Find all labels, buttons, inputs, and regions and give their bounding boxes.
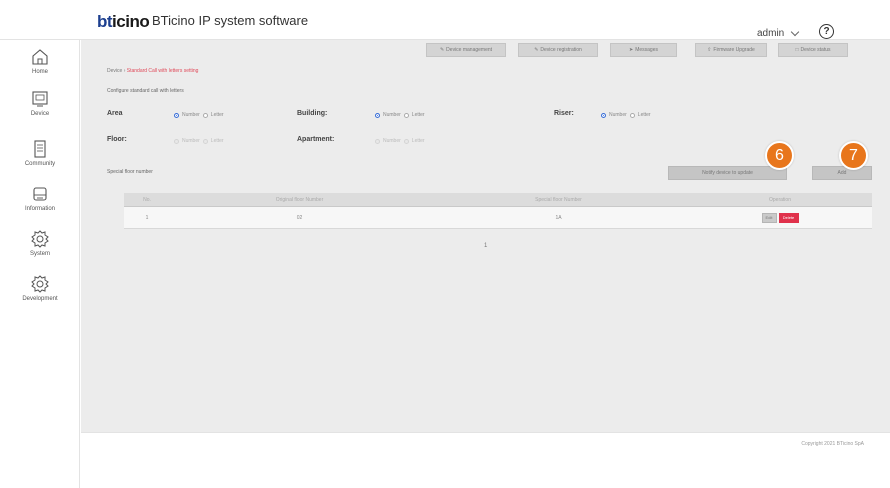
special-floor-title: Special floor number [107, 169, 153, 175]
top-nav: ✎ Device management ✎ Device registration … [81, 40, 890, 62]
apartment-radio-group: Number Letter [375, 138, 425, 144]
pencil-icon: ✎ [534, 47, 539, 53]
sidebar-item-information[interactable]: Information [0, 183, 80, 225]
area-number-radio[interactable] [174, 112, 179, 118]
sidebar-item-community[interactable]: Community [0, 138, 80, 180]
floor-radio-group: Number Letter [174, 138, 224, 144]
delete-button[interactable]: Delete [778, 212, 799, 223]
community-icon [30, 138, 50, 160]
nav-firmware-upgrade[interactable]: ⇧ Firmware Upgrade [695, 43, 767, 57]
column-header-no: No. [143, 196, 151, 203]
riser-letter-radio[interactable] [629, 112, 635, 118]
user-menu[interactable]: admin [757, 27, 800, 39]
cell-original: 02 [296, 214, 303, 221]
sidebar-item-system[interactable]: System [0, 228, 80, 270]
send-icon: ➤ [629, 47, 634, 53]
sidebar-item-label: Development [22, 296, 58, 302]
floor-label: Floor: [107, 136, 127, 143]
building-label: Building: [297, 110, 328, 117]
copyright-text: Copyright 2021 BTicino SpA [801, 441, 864, 447]
sidebar: Home Device Community Information System [0, 40, 80, 488]
sidebar-item-label: Information [24, 206, 55, 212]
sidebar-item-label: System [29, 251, 50, 257]
section-label: Configure standard call with letters [107, 88, 184, 94]
sidebar-item-home[interactable]: Home [0, 46, 80, 88]
breadcrumb: Device › Standard Call with letters sett… [107, 68, 198, 74]
sidebar-item-development[interactable]: Development [0, 273, 80, 315]
cell-operation: Edit Delete [688, 207, 872, 228]
nav-device-management[interactable]: ✎ Device management [426, 43, 506, 57]
add-button[interactable]: Add [812, 166, 872, 180]
apartment-number-radio[interactable] [375, 138, 380, 144]
special-floor-table: No. Original floor Number Special floor … [124, 193, 872, 229]
device-icon [30, 88, 50, 110]
riser-number-radio[interactable] [601, 112, 606, 118]
gear-icon [30, 273, 50, 295]
table-row: 1 02 1A Edit Delete [124, 207, 872, 229]
pagination-page[interactable]: 1 [484, 243, 487, 249]
column-header-original: Original floor Number [275, 196, 324, 203]
home-icon [30, 46, 50, 68]
column-header-operation: Operation [769, 196, 791, 203]
monitor-icon: □ [795, 47, 799, 53]
building-radio-group: Number Letter [375, 112, 425, 118]
area-label: Area [107, 110, 123, 117]
nav-messages[interactable]: ➤ Messages [610, 43, 677, 57]
callout-badge-6: 6 [765, 141, 794, 170]
app-window: bticino BTicino IP system software admin… [0, 0, 890, 488]
sidebar-item-device[interactable]: Device [0, 88, 80, 130]
gear-icon [30, 228, 50, 250]
floor-letter-radio[interactable] [202, 138, 208, 144]
main-content: Device › Standard Call with letters sett… [81, 62, 890, 432]
bticino-logo: bticino [97, 12, 150, 31]
pencil-icon: ✎ [439, 47, 445, 53]
sidebar-item-label: Community [24, 161, 56, 167]
username: admin [757, 28, 785, 39]
cell-no: 1 [145, 214, 149, 221]
header-bar: bticino BTicino IP system software admin… [0, 0, 890, 40]
building-number-radio[interactable] [375, 112, 380, 118]
chevron-down-icon [791, 27, 800, 37]
cell-special: 1A [555, 214, 562, 221]
breadcrumb-current: Standard Call with letters setting [126, 68, 199, 74]
chevron-right-icon: › [123, 68, 126, 74]
information-icon [30, 183, 50, 205]
app-title: BTicino IP system software [152, 13, 309, 28]
apartment-letter-radio[interactable] [403, 138, 409, 144]
sidebar-item-label: Home [31, 69, 48, 75]
riser-radio-group: Number Letter [601, 112, 651, 118]
edit-button[interactable]: Edit [761, 212, 777, 223]
breadcrumb-root[interactable]: Device [107, 68, 122, 74]
footer: Copyright 2021 BTicino SpA [81, 432, 890, 454]
floor-number-radio[interactable] [174, 138, 179, 144]
column-header-special: Special floor Number [535, 196, 582, 203]
table-header: No. Original floor Number Special floor … [124, 193, 872, 207]
notify-device-button[interactable]: Notify device to update [668, 166, 787, 180]
riser-label: Riser: [554, 110, 574, 117]
nav-device-registration[interactable]: ✎ Device registration [518, 43, 598, 57]
upload-icon: ⇧ [707, 47, 712, 53]
area-radio-group: Number Letter [174, 112, 224, 118]
building-letter-radio[interactable] [403, 112, 409, 118]
area-letter-radio[interactable] [202, 112, 208, 118]
help-icon[interactable]: ? [819, 24, 834, 39]
nav-device-status[interactable]: □ Device status [778, 43, 848, 57]
callout-badge-7: 7 [839, 141, 868, 170]
sidebar-item-label: Device [30, 111, 50, 117]
apartment-label: Apartment: [297, 136, 335, 143]
